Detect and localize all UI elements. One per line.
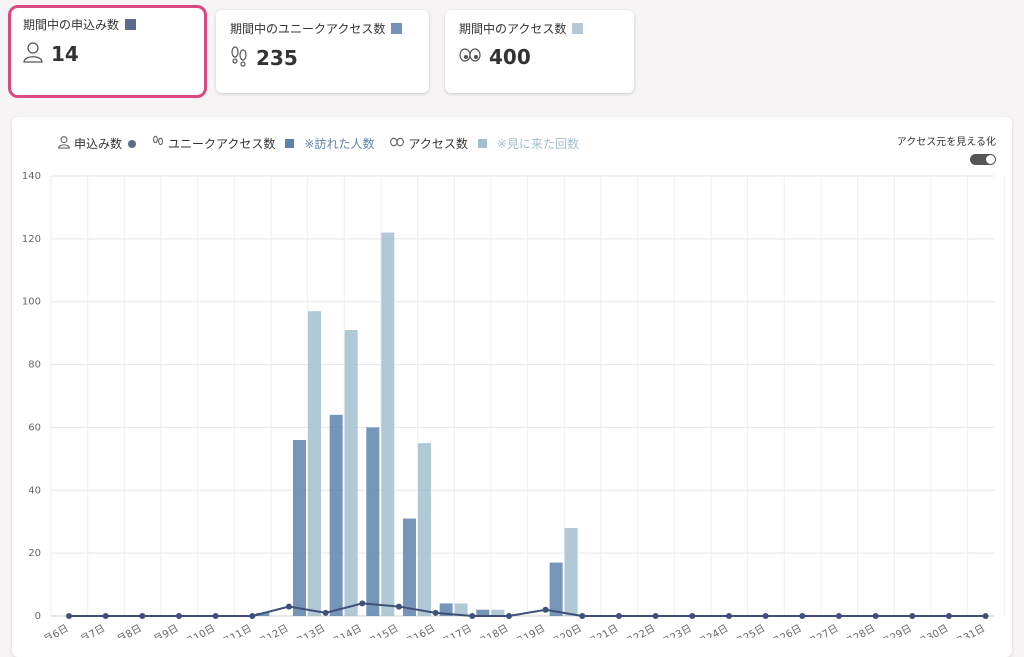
x-tick-label: 月11日: [219, 622, 253, 638]
applications-point: [322, 609, 329, 616]
applications-point: [542, 606, 549, 613]
bar-unique-access: [402, 518, 416, 616]
eyes-icon: [459, 46, 481, 68]
applications-point: [102, 613, 109, 619]
applications-point: [835, 613, 842, 619]
applications-point: [139, 613, 146, 619]
y-tick-label: 0: [35, 611, 41, 622]
x-tick-label: 月9日: [152, 622, 181, 638]
applications-point: [432, 609, 439, 616]
applications-point: [285, 603, 292, 610]
bar-unique-access: [292, 440, 306, 616]
y-tick-label: 120: [22, 234, 41, 245]
access-count: 400: [489, 45, 531, 69]
bar-unique-access: [329, 414, 343, 616]
unique-access-card-title-row: 期間中のユニークアクセス数: [230, 20, 415, 37]
y-tick-label: 60: [28, 422, 41, 433]
y-tick-label: 140: [22, 171, 41, 182]
x-tick-label: 月10日: [183, 622, 217, 638]
unique-access-color-square: [391, 23, 403, 34]
x-tick-label: 月17日: [439, 622, 473, 638]
applications-point: [175, 613, 182, 619]
x-tick-label: 月6日: [42, 622, 71, 638]
chart-panel: 申込み数 ユニークアクセス数 ※訪れた人数 アクセス数 ※見に来た回数 アクセス…: [12, 117, 1012, 657]
unique-access-card-title: 期間中のユニークアクセス数: [230, 22, 386, 36]
bar-access: [344, 330, 358, 616]
x-tick-label: 月19日: [513, 622, 547, 638]
bar-access: [307, 311, 321, 616]
x-tick-label: 月25日: [733, 622, 767, 638]
x-tick-label: 月16日: [403, 622, 437, 638]
chart-svg: 020406080100120140月6日 月7日 月8日 月9日 月10日 月11日 月1…: [22, 171, 1005, 638]
x-tick-label: 月29日: [879, 622, 913, 638]
x-tick-label: 月24日: [696, 622, 730, 638]
footprints-icon: [230, 45, 248, 71]
x-tick-label: 月28日: [843, 622, 877, 638]
x-tick-label: 月30日: [916, 622, 950, 638]
applications-point: [615, 613, 622, 619]
person-icon: [23, 41, 43, 67]
applications-point: [725, 613, 732, 619]
applications-count: 14: [51, 42, 79, 66]
applications-point: [579, 613, 586, 619]
x-tick-label: 月8日: [115, 622, 144, 638]
applications-point: [359, 600, 366, 607]
bar-access: [381, 232, 395, 617]
x-tick-label: 月20日: [549, 622, 583, 638]
applications-point: [799, 613, 806, 619]
applications-point: [652, 613, 659, 619]
bar-access: [564, 528, 578, 616]
applications-card-title: 期間中の申込み数: [23, 18, 120, 32]
bar-access: [417, 443, 431, 616]
x-tick-label: 月7日: [78, 622, 107, 638]
applications-point: [982, 613, 989, 619]
applications-card-title-row: 期間中の申込み数: [23, 16, 192, 33]
unique-access-card[interactable]: 期間中のユニークアクセス数 235: [216, 10, 429, 93]
applications-point: [395, 603, 402, 610]
applications-point: [945, 613, 952, 619]
x-tick-label: 月27日: [806, 622, 840, 638]
y-tick-label: 80: [28, 360, 41, 371]
y-tick-label: 100: [22, 297, 41, 308]
applications-point: [689, 613, 696, 619]
applications-point: [212, 613, 219, 619]
applications-color-square: [125, 19, 137, 30]
access-card-title: 期間中のアクセス数: [459, 22, 567, 36]
applications-point: [66, 613, 72, 619]
applications-point: [762, 613, 769, 619]
y-tick-label: 20: [28, 548, 41, 559]
access-card[interactable]: 期間中のアクセス数 400: [445, 10, 634, 93]
unique-access-count: 235: [256, 46, 298, 70]
x-tick-label: 月26日: [769, 622, 803, 638]
y-tick-label: 40: [28, 485, 41, 496]
x-tick-label: 月22日: [623, 622, 657, 638]
applications-point: [505, 613, 512, 619]
bar-unique-access: [549, 562, 563, 616]
applications-point: [909, 613, 916, 619]
x-tick-label: 月14日: [329, 622, 363, 638]
access-card-title-row: 期間中のアクセス数: [459, 20, 620, 37]
applications-point: [872, 613, 879, 619]
x-tick-label: 月13日: [293, 622, 327, 638]
applications-point: [249, 613, 256, 619]
x-tick-label: 月23日: [659, 622, 693, 638]
x-tick-label: 月31日: [953, 622, 987, 638]
access-color-square: [572, 23, 584, 34]
x-tick-label: 月21日: [586, 622, 620, 638]
applications-card[interactable]: 期間中の申込み数 14: [8, 5, 207, 98]
applications-point: [469, 613, 476, 619]
x-tick-label: 月12日: [256, 622, 290, 638]
x-tick-label: 月15日: [366, 622, 400, 638]
x-tick-label: 月18日: [476, 622, 510, 638]
bar-unique-access: [366, 427, 380, 616]
